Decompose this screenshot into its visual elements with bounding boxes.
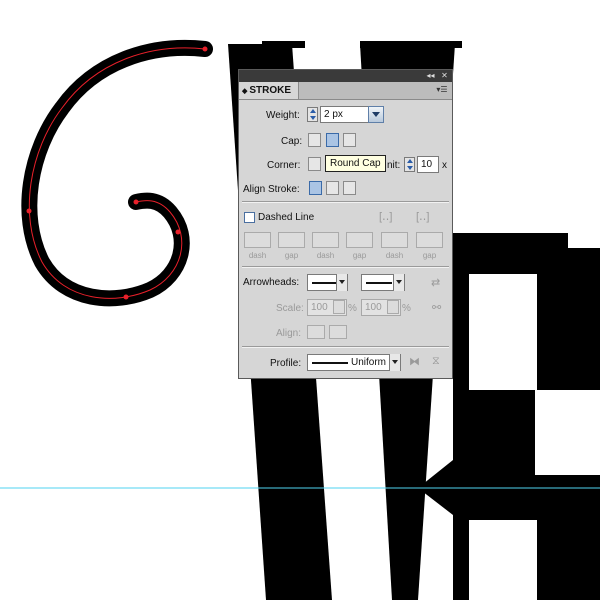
start-scale-unit: % xyxy=(348,303,357,314)
start-scale-arrow-icon[interactable] xyxy=(333,300,345,314)
separator xyxy=(242,201,449,203)
dashed-line-label: Dashed Line xyxy=(258,212,315,223)
swap-arrows-icon[interactable]: ⇄ xyxy=(431,277,440,289)
align-dash-icon[interactable]: [‥] xyxy=(416,211,429,223)
panel-menu-icon[interactable]: ▾☰ xyxy=(435,85,449,95)
limit-label: nit: xyxy=(387,160,401,171)
align-inside-button[interactable] xyxy=(326,181,339,195)
tab-arrows-icon: ◆ xyxy=(242,88,248,95)
place-arrow-tip-button[interactable] xyxy=(329,325,347,339)
profile-label: Profile: xyxy=(270,358,302,369)
weight-stepper[interactable] xyxy=(307,107,318,122)
close-icon[interactable]: ✕ xyxy=(439,71,450,81)
miter-join-button[interactable] xyxy=(308,157,321,171)
end-scale-arrow-icon[interactable] xyxy=(387,300,399,314)
panel-tab-row: ◆ STROKE ▾☰ xyxy=(239,82,452,100)
round-cap-button[interactable] xyxy=(326,133,339,147)
dash-field-1[interactable] xyxy=(244,232,271,248)
collapse-icon[interactable]: ◂◂ xyxy=(425,71,436,81)
gap-field-2[interactable] xyxy=(346,232,373,248)
end-arrowhead-select[interactable] xyxy=(361,274,405,291)
dashed-line-checkbox[interactable] xyxy=(244,212,255,223)
end-scale-unit: % xyxy=(402,303,411,314)
preserve-dash-icon[interactable]: [‥] xyxy=(379,211,392,223)
dash-field-2[interactable] xyxy=(312,232,339,248)
gap-label-3: gap xyxy=(422,251,437,260)
extend-arrow-tip-button[interactable] xyxy=(307,325,325,339)
align-outside-button[interactable] xyxy=(343,181,356,195)
tab-stroke[interactable]: ◆ STROKE xyxy=(239,82,299,99)
gap-label-1: gap xyxy=(284,251,299,260)
dash-label-2: dash xyxy=(316,251,335,260)
butt-cap-button[interactable] xyxy=(308,133,321,147)
flip-along-icon[interactable]: ⧓ xyxy=(409,356,420,368)
projecting-cap-button[interactable] xyxy=(343,133,356,147)
gap-field-3[interactable] xyxy=(416,232,443,248)
dash-field-3[interactable] xyxy=(381,232,408,248)
profile-value: Uniform xyxy=(351,357,387,368)
separator xyxy=(242,346,449,348)
dash-label-3: dash xyxy=(385,251,404,260)
arrowheads-label: Arrowheads: xyxy=(243,277,300,288)
cap-label: Cap: xyxy=(281,136,303,147)
limit-field[interactable]: 10 xyxy=(417,156,439,173)
limit-suffix: x xyxy=(442,160,447,171)
scale-label: Scale: xyxy=(276,303,304,314)
align-stroke-label: Align Stroke: xyxy=(243,184,300,195)
weight-label: Weight: xyxy=(266,110,300,121)
round-cap-tooltip: Round Cap xyxy=(325,155,386,172)
dash-label-1: dash xyxy=(248,251,267,260)
start-arrowhead-select[interactable] xyxy=(307,274,348,291)
weight-dropdown-button[interactable] xyxy=(368,106,384,123)
align-center-button[interactable] xyxy=(309,181,322,195)
stroke-panel: ◂◂ ✕ ◆ STROKE ▾☰ Weight: 2 px Cap: Corner… xyxy=(238,69,453,379)
panel-title-bar[interactable]: ◂◂ ✕ xyxy=(239,70,452,82)
flip-across-icon[interactable]: ⧖ xyxy=(432,355,440,367)
tab-stroke-label: STROKE xyxy=(249,85,292,96)
gap-label-2: gap xyxy=(352,251,367,260)
limit-stepper[interactable] xyxy=(404,157,415,172)
corner-label: Corner: xyxy=(267,160,301,171)
selected-path[interactable] xyxy=(28,47,206,299)
separator xyxy=(242,266,449,268)
link-scale-icon[interactable]: ⚯ xyxy=(432,302,441,314)
align-label: Align: xyxy=(276,328,302,339)
gap-field-1[interactable] xyxy=(278,232,305,248)
profile-select[interactable]: Uniform xyxy=(307,354,401,371)
